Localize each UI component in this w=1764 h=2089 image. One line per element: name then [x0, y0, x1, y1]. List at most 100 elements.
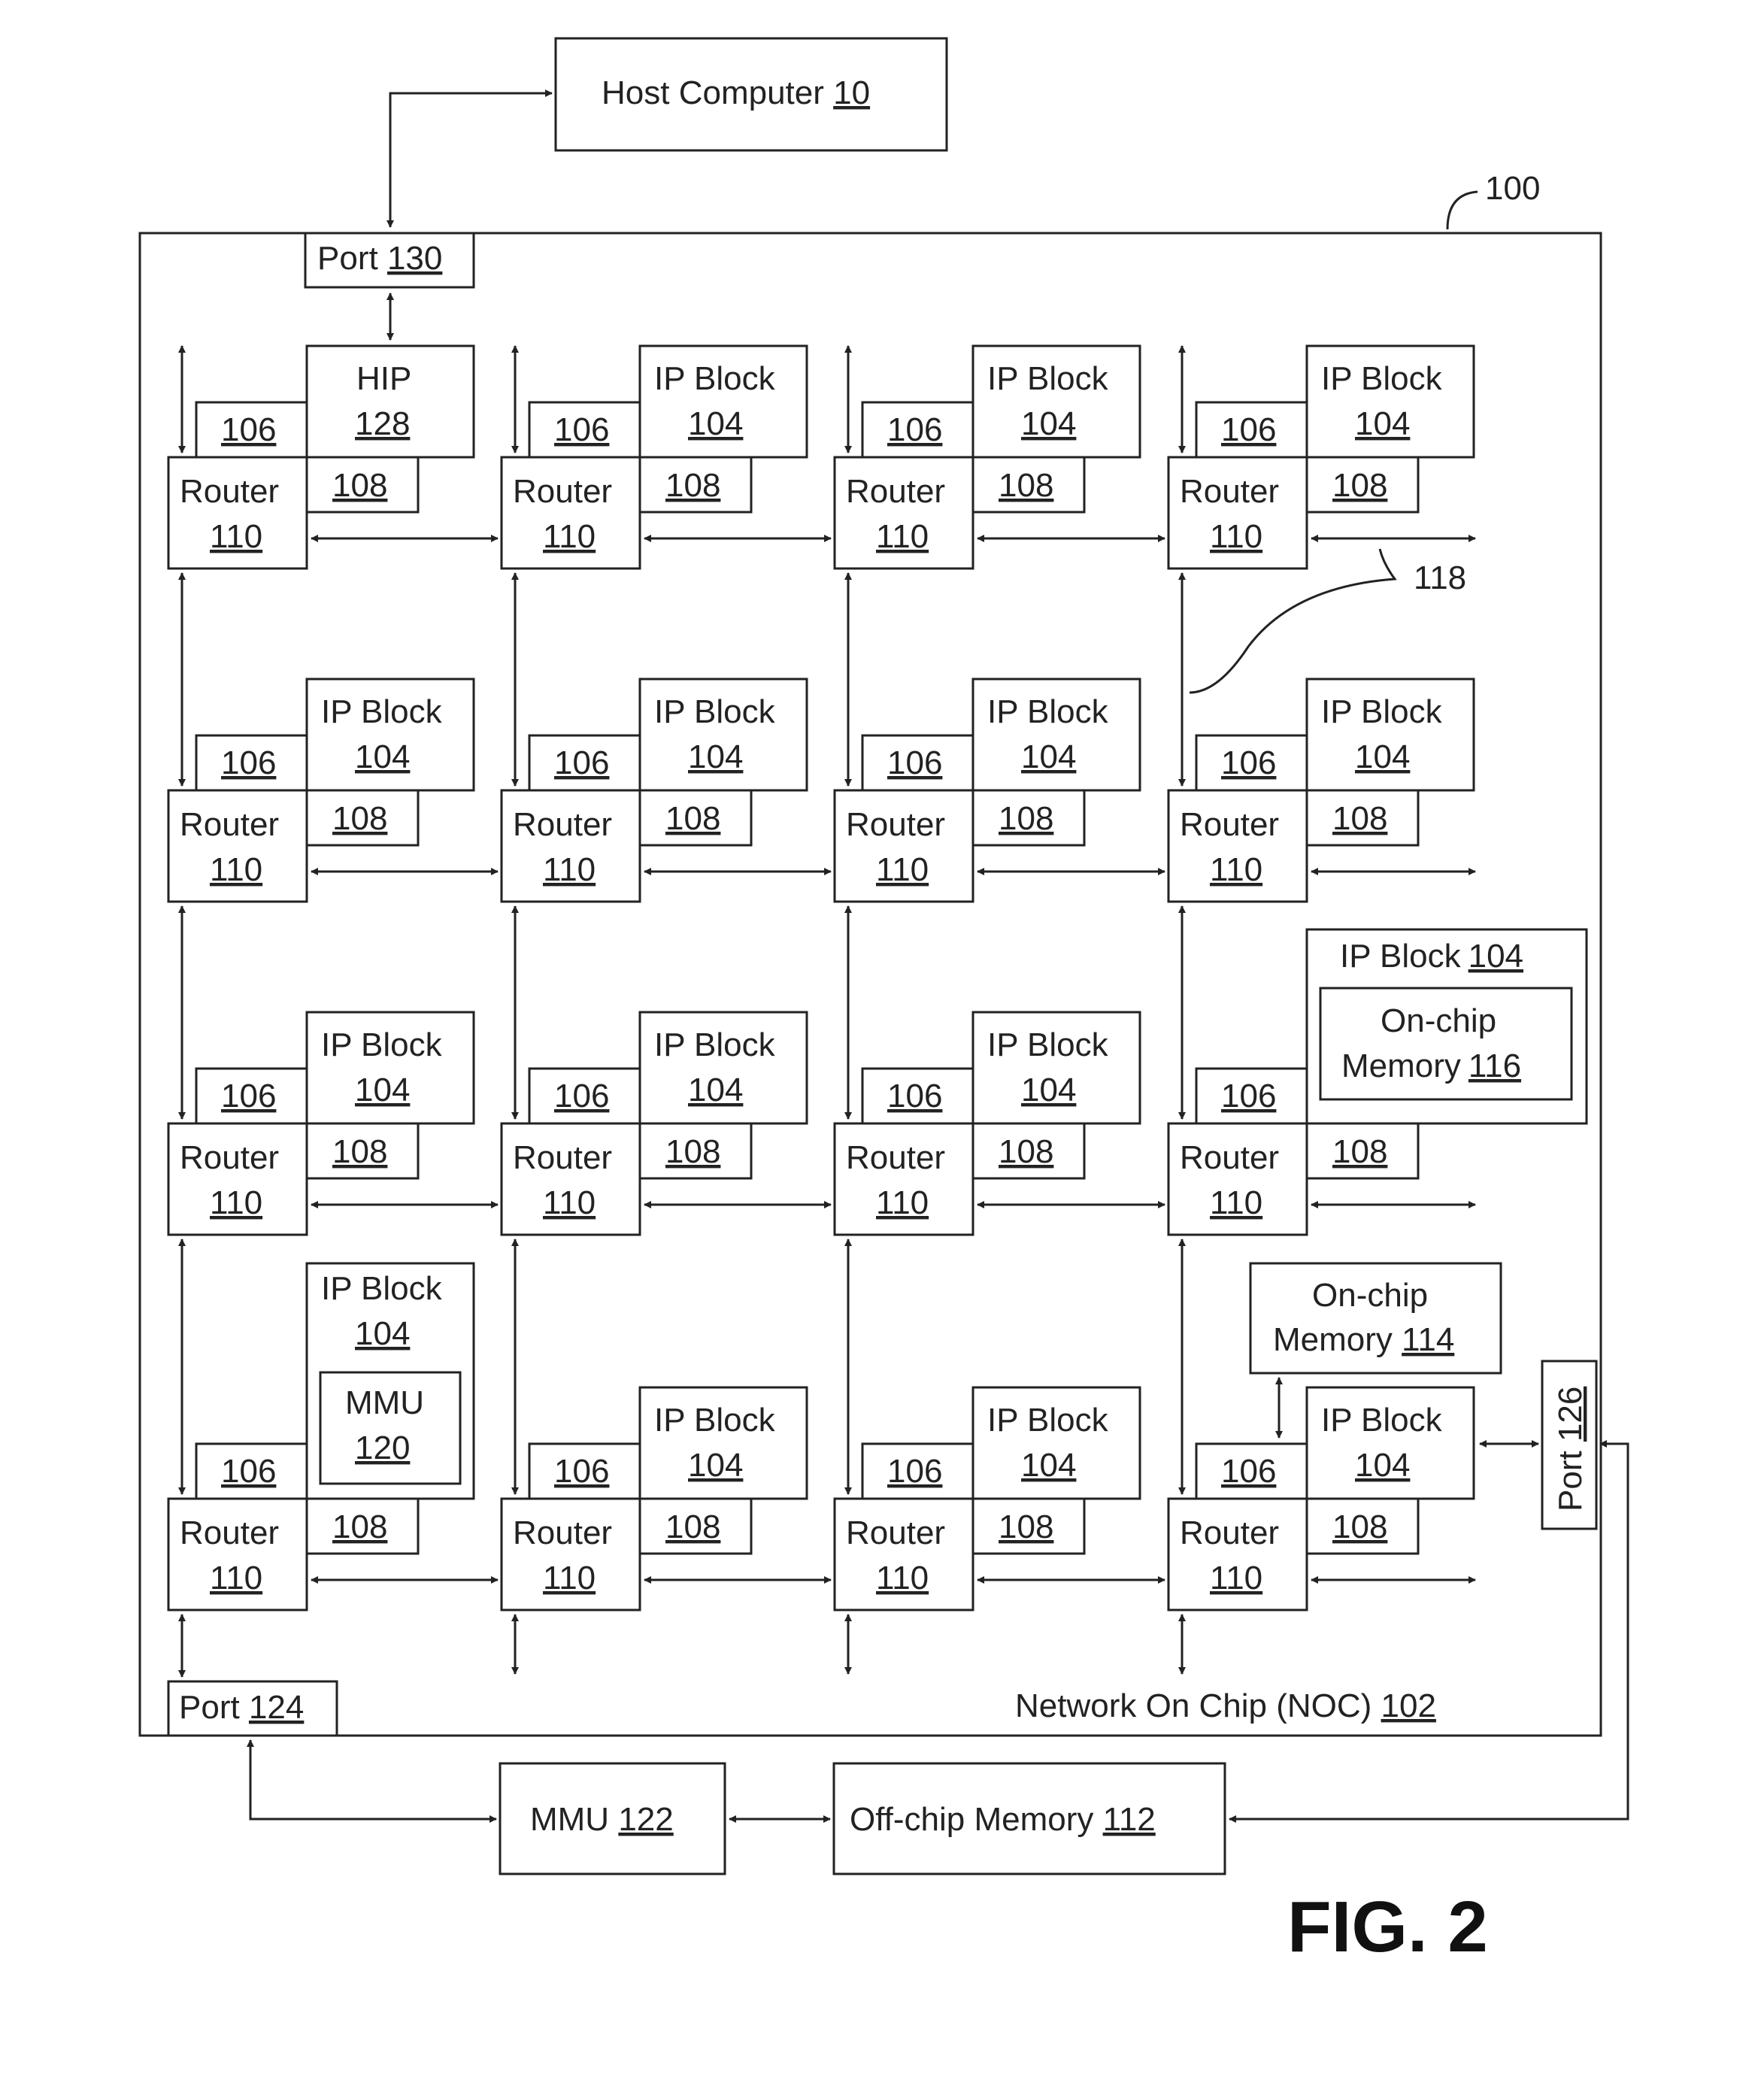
- hip-label: HIP: [356, 360, 411, 397]
- ip-block-ref: 104: [1355, 738, 1410, 775]
- node-r1-c1: Router 110 108 106 IP Block 104: [500, 572, 832, 903]
- ref-106: 106: [1221, 1453, 1276, 1490]
- router-label: Router: [513, 473, 612, 510]
- ip-block-ref: 104: [355, 1315, 410, 1352]
- ip-block-ref: 104: [688, 1447, 743, 1484]
- router-ref: 110: [210, 1560, 262, 1596]
- node-r3-c0: Router 110 108 106 IP Block 104 MMU 120: [167, 1239, 499, 1678]
- ref-106: 106: [221, 1453, 276, 1490]
- router-label: Router: [1180, 1139, 1279, 1176]
- ip-block-label: IP Block: [321, 693, 443, 730]
- router-label: Router: [1180, 1514, 1279, 1551]
- node-r2-c1: Router 110 108 106 IP Block 104: [500, 905, 832, 1236]
- ip-block-ref: 104: [688, 405, 743, 442]
- router-label: Router: [846, 1139, 945, 1176]
- router-ref: 110: [1210, 851, 1262, 888]
- ip-block-label: IP Block: [1321, 1402, 1443, 1439]
- link-118-label: 118: [1414, 559, 1466, 596]
- ip-block-ref: 104: [1355, 1447, 1410, 1484]
- ip-block-ref: 104: [355, 1072, 410, 1108]
- router-ref: 110: [210, 1184, 262, 1221]
- ref-108: 108: [665, 467, 720, 504]
- router-label: Router: [846, 473, 945, 510]
- system-ref: 100: [1485, 170, 1540, 207]
- on-chip-memory-116-line1: On-chip: [1381, 1002, 1496, 1039]
- ref-108: 108: [665, 1133, 720, 1170]
- router-ref: 110: [876, 1184, 929, 1221]
- ref-106: 106: [887, 1078, 942, 1114]
- link-118-leader: [1189, 548, 1397, 694]
- hip-ref: 128: [355, 405, 410, 442]
- on-chip-memory-114: On-chip Memory 114: [1249, 1262, 1502, 1375]
- node-r0-c0: Router 110 108 106 HIP 128: [167, 344, 499, 570]
- router-ref: 110: [210, 851, 262, 888]
- on-chip-memory-116-line2: Memory 116: [1341, 1048, 1521, 1084]
- node-r0-c1: Router 110 108 106 IP Block 104: [500, 344, 832, 570]
- figure-label: FIG. 2: [1287, 1887, 1488, 1967]
- svg-text:Port 130: Port 130: [317, 240, 442, 277]
- router-label: Router: [180, 473, 279, 510]
- ip-block-label: IP Block: [654, 693, 776, 730]
- ref-106: 106: [1221, 411, 1276, 448]
- ref-106: 106: [554, 744, 609, 781]
- router-label: Router: [846, 806, 945, 843]
- ip-block-label: IP Block: [321, 1026, 443, 1063]
- ip-block-ref: 104: [1021, 1447, 1076, 1484]
- ip-block-label: IP Block: [654, 1026, 776, 1063]
- ref-108: 108: [332, 467, 387, 504]
- ip-block-label: IP Block: [654, 1402, 776, 1439]
- ref-106: 106: [554, 1078, 609, 1114]
- ref-106: 106: [221, 1078, 276, 1114]
- node-r0-c2: Router 110 108 106 IP Block 104: [833, 344, 1165, 570]
- node-grid: Router 110 108 106 HIP 128 Router 110 108 106 IP B…: [167, 344, 1588, 1678]
- router-ref: 110: [876, 851, 929, 888]
- noc-label: Network On Chip (NOC) 102: [1015, 1687, 1436, 1724]
- router-ref: 110: [543, 851, 596, 888]
- ip-block-label: IP Block: [1321, 360, 1443, 397]
- noc-diagram: Host Computer 10 100 Network On Chip (NO…: [138, 37, 1629, 1967]
- ref-106: 106: [554, 1453, 609, 1490]
- mmu-120-label: MMU: [345, 1384, 424, 1421]
- ip-block-ref: 104: [688, 738, 743, 775]
- ref-106: 106: [887, 1453, 942, 1490]
- ref-108: 108: [999, 467, 1053, 504]
- router-ref: 110: [543, 518, 596, 555]
- ref-106: 106: [887, 411, 942, 448]
- ip-block-ref: 104: [1355, 405, 1410, 442]
- router-label: Router: [180, 1139, 279, 1176]
- router-ref: 110: [1210, 1560, 1262, 1596]
- ref-106: 106: [1221, 744, 1276, 781]
- router-label: Router: [1180, 473, 1279, 510]
- ref-108: 108: [332, 800, 387, 837]
- ip-block-ref: 104: [355, 738, 410, 775]
- ref-108: 108: [1332, 467, 1387, 504]
- system-ref-leader: [1446, 190, 1478, 230]
- ref-108: 108: [1332, 800, 1387, 837]
- ip-block-label: IP Block: [987, 1026, 1109, 1063]
- svg-text:Host Computer 10: Host Computer 10: [602, 74, 870, 111]
- router-label: Router: [1180, 806, 1279, 843]
- router-ref: 110: [543, 1184, 596, 1221]
- router-label: Router: [180, 1514, 279, 1551]
- router-ref: 110: [1210, 518, 1262, 555]
- router-ref: 110: [543, 1560, 596, 1596]
- svg-text:Port 126: Port 126: [1552, 1387, 1589, 1511]
- ref-108: 108: [999, 1508, 1053, 1545]
- mmu-122: MMU 122: [499, 1762, 726, 1875]
- port124-mmu122-link: [247, 1739, 497, 1823]
- node-r1-c0: Router 110 108 106 IP Block 104: [167, 572, 499, 903]
- ip-block-ref: 104: [1021, 738, 1076, 775]
- port-130: Port 130: [304, 232, 475, 289]
- ref-108: 108: [1332, 1133, 1387, 1170]
- svg-text:MMU 122: MMU 122: [530, 1801, 674, 1838]
- ip-block-ref: 104: [1021, 1072, 1076, 1108]
- router-label: Router: [180, 806, 279, 843]
- port-126: Port 126: [1541, 1360, 1598, 1530]
- router-ref: 110: [876, 518, 929, 555]
- ref-108: 108: [665, 1508, 720, 1545]
- port-124: Port 124: [167, 1680, 338, 1737]
- svg-text:Off-chip Memory 112: Off-chip Memory 112: [850, 1801, 1156, 1838]
- router-label: Router: [513, 1139, 612, 1176]
- router-label: Router: [846, 1514, 945, 1551]
- node-r2-c3: Router 110 108 106 IP Block 104 On-chip Memory 1…: [1167, 905, 1588, 1236]
